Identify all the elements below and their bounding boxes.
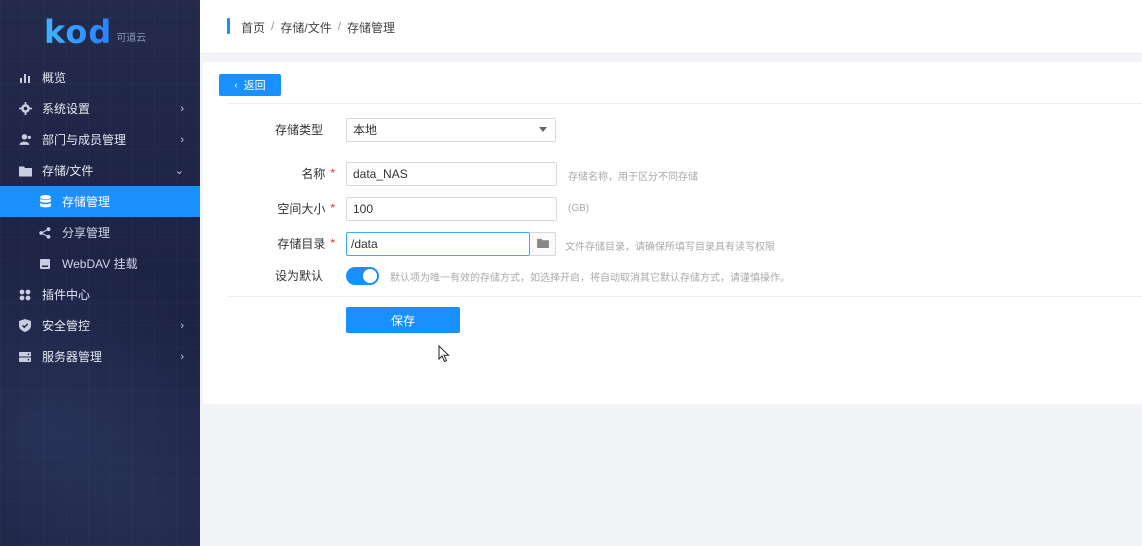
storage-type-label: 存储类型 xyxy=(274,122,323,137)
breadcrumb-separator: / xyxy=(271,19,275,33)
chevron-right-icon: › xyxy=(180,350,184,363)
required-mark: * xyxy=(330,236,335,250)
default-hint: 默认项为唯一有效的存储方式，如选择开启，将自动取消其它默认存储方式，请谨慎操作。 xyxy=(390,273,790,284)
name-label: 名称 xyxy=(301,166,326,181)
breadcrumb-marker xyxy=(227,18,230,34)
default-toggle[interactable] xyxy=(346,267,379,285)
toggle-knob xyxy=(363,269,377,283)
directory-value: /data xyxy=(351,237,378,251)
sidebar-item-label: 部门与成员管理 xyxy=(42,133,127,147)
shield-icon xyxy=(18,319,32,333)
drive-icon xyxy=(38,257,52,271)
storage-type-select[interactable]: 本地 xyxy=(346,118,556,142)
sidebar-subitem-label: 存储管理 xyxy=(62,195,111,209)
server-icon xyxy=(18,350,32,364)
share-icon xyxy=(38,226,52,240)
sidebar-subitem-label: WebDAV 挂载 xyxy=(62,257,138,271)
divider xyxy=(228,103,1142,104)
sidebar-item-departments-members[interactable]: 部门与成员管理 › xyxy=(0,124,200,155)
required-mark: * xyxy=(330,166,335,180)
default-label: 设为默认 xyxy=(274,268,323,283)
sidebar-subitem-label: 分享管理 xyxy=(62,226,111,240)
sidebar-item-label: 系统设置 xyxy=(42,102,91,116)
mouse-cursor-icon xyxy=(438,344,450,366)
sidebar-item-overview[interactable]: 概览 xyxy=(0,62,200,93)
sidebar-item-system-settings[interactable]: 系统设置 › xyxy=(0,93,200,124)
sidebar: kod 可道云 概览 系统设置 › 部门与成员管理 › 存储/文件 ⌄ 存储管理… xyxy=(0,0,200,546)
breadcrumb-separator: / xyxy=(337,19,342,33)
chevron-right-icon: › xyxy=(180,133,184,146)
sidebar-subitem-share-management[interactable]: 分享管理 xyxy=(0,217,200,248)
name-input[interactable]: data_NAS xyxy=(346,162,557,186)
chevron-down-icon: ⌄ xyxy=(174,165,184,177)
folder-icon xyxy=(18,164,32,178)
sidebar-item-plugin-center[interactable]: 插件中心 xyxy=(0,279,200,310)
database-icon xyxy=(38,195,52,209)
default-label-wrap: 设为默认 xyxy=(243,263,335,287)
sidebar-item-label: 插件中心 xyxy=(42,288,91,302)
bar-chart-icon xyxy=(18,71,32,85)
sidebar-item-label: 概览 xyxy=(42,71,67,85)
header: 首页 / 存储/文件 / 存储管理 xyxy=(200,0,1142,54)
required-mark: * xyxy=(330,201,335,215)
sidebar-item-security[interactable]: 安全管控 › xyxy=(0,310,200,341)
logo: kod 可道云 xyxy=(44,10,146,50)
breadcrumb-home[interactable]: 首页 xyxy=(241,19,265,36)
divider xyxy=(228,296,1142,297)
name-hint: 存储名称，用于区分不同存储 xyxy=(568,172,698,183)
directory-label: 存储目录 xyxy=(277,236,326,251)
storage-type-value: 本地 xyxy=(353,123,378,137)
chevron-left-icon: ‹ xyxy=(234,79,238,91)
name-value: data_NAS xyxy=(353,167,408,181)
directory-input[interactable]: /data xyxy=(346,232,530,256)
back-button[interactable]: ‹ 返回 xyxy=(219,74,281,96)
sidebar-item-storage-files[interactable]: 存储/文件 ⌄ xyxy=(0,155,200,186)
caret-down-icon xyxy=(539,127,547,132)
breadcrumb: 首页 / 存储/文件 / 存储管理 xyxy=(241,19,395,36)
chevron-right-icon: › xyxy=(180,102,184,115)
size-value: 100 xyxy=(353,202,374,216)
folder-icon xyxy=(536,237,549,251)
sidebar-menu: 概览 系统设置 › 部门与成员管理 › 存储/文件 ⌄ 存储管理 分享管理 We… xyxy=(0,62,200,372)
sidebar-subitem-storage-management[interactable]: 存储管理 xyxy=(0,186,200,217)
save-button-label: 保存 xyxy=(390,313,415,328)
breadcrumb-current: 存储管理 xyxy=(347,21,396,35)
storage-type-label-wrap: 存储类型 xyxy=(243,117,335,141)
gear-icon xyxy=(18,102,32,116)
users-icon xyxy=(18,133,32,147)
sidebar-item-label: 服务器管理 xyxy=(42,350,103,364)
size-input[interactable]: 100 xyxy=(346,197,557,221)
sidebar-item-label: 安全管控 xyxy=(42,319,91,333)
sidebar-item-label: 存储/文件 xyxy=(42,164,94,178)
directory-hint: 文件存储目录，请确保所填写目录具有读写权限 xyxy=(565,242,775,253)
sidebar-item-server-management[interactable]: 服务器管理 › xyxy=(0,341,200,372)
name-label-wrap: 名称 * xyxy=(243,161,335,185)
sidebar-subitem-webdav[interactable]: WebDAV 挂载 xyxy=(0,248,200,279)
logo-word: kod xyxy=(44,13,113,51)
directory-label-wrap: 存储目录 * xyxy=(243,231,335,255)
storage-form-panel: ‹ 返回 存储类型 本地 名称 * data_NAS 存储名称，用于区分不同存储… xyxy=(203,62,1142,404)
logo-subtitle: 可道云 xyxy=(116,33,147,44)
back-button-label: 返回 xyxy=(243,80,266,92)
browse-folder-button[interactable] xyxy=(530,232,556,256)
apps-icon xyxy=(18,288,32,302)
size-label-wrap: 空间大小 * xyxy=(243,196,335,220)
size-unit-hint: (GB) xyxy=(568,203,590,214)
chevron-right-icon: › xyxy=(180,319,184,332)
save-button[interactable]: 保存 xyxy=(346,307,460,333)
size-label: 空间大小 xyxy=(277,201,326,216)
breadcrumb-section[interactable]: 存储/文件 xyxy=(280,19,331,36)
